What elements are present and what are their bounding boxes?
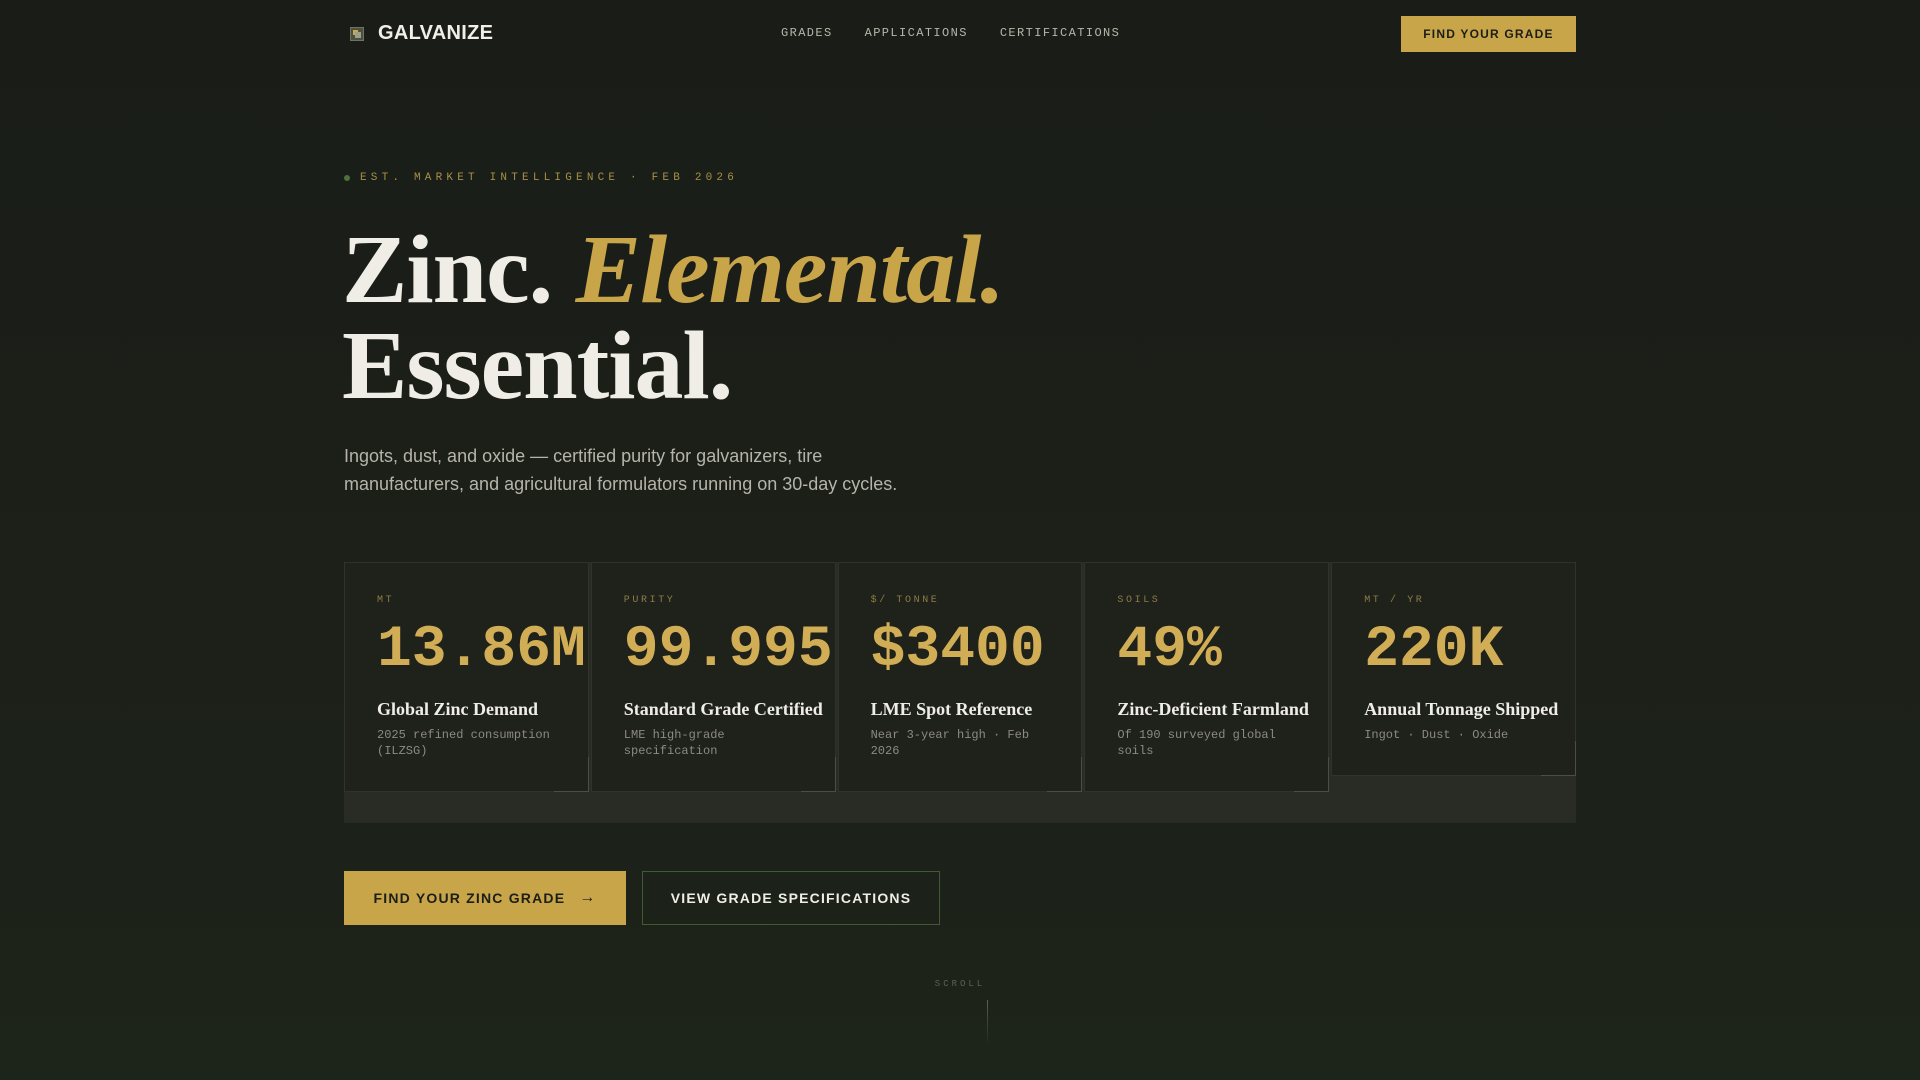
- stat-card-purity: PURITY 99.995 Standard Grade Certified L…: [590, 562, 836, 792]
- hero-headline: Zinc. Elemental. Essential.: [342, 221, 1005, 415]
- hero-eyebrow: EST. MARKET INTELLIGENCE · FEB 2026: [344, 172, 738, 184]
- stat-title: Global Zinc Demand: [377, 699, 539, 719]
- scroll-indicator-line: [987, 1000, 988, 1046]
- stat-card-price: $/ TONNE $3400 LME Spot Reference Near 3…: [837, 562, 1083, 792]
- headline-elemental: Elemental.: [575, 216, 1005, 324]
- stat-description: Of 190 surveyed global soils: [1117, 728, 1276, 758]
- stat-value: 99.995: [623, 618, 833, 683]
- stat-value: 13.86M: [377, 618, 586, 683]
- stat-title: Zinc-Deficient Farmland: [1117, 699, 1309, 719]
- stat-label: $/ TONNE: [870, 595, 940, 606]
- stat-label: SOILS: [1117, 595, 1161, 606]
- status-dot-icon: [344, 175, 350, 181]
- find-zinc-grade-label: FIND YOUR ZINC GRADE: [373, 890, 566, 906]
- hero-subhead: Ingots, dust, and oxide — certified puri…: [344, 446, 898, 494]
- stat-card-tonnage: MT / YR 220K Annual Tonnage Shipped Ingo…: [1331, 562, 1576, 776]
- nav-link-certifications[interactable]: CERTIFICATIONS: [1000, 26, 1120, 40]
- galvanize-logo-icon: [350, 26, 364, 41]
- nav-link-applications[interactable]: APPLICATIONS: [865, 26, 968, 40]
- stat-label: PURITY: [623, 595, 676, 606]
- stat-label: MT: [377, 595, 395, 606]
- stat-description: 2025 refined consumption (ILZSG): [377, 728, 550, 758]
- stats-grid: MT 13.86M Global Zinc Demand 2025 refine…: [344, 562, 1576, 823]
- find-zinc-grade-button[interactable]: FIND YOUR ZINC GRADE →: [344, 871, 626, 925]
- stat-value: 220K: [1364, 618, 1504, 683]
- top-navigation: GALVANIZE GRADES APPLICATIONS CERTIFICAT…: [0, 0, 1920, 68]
- nav-links: GRADES APPLICATIONS CERTIFICATIONS: [781, 26, 1120, 40]
- stat-card-demand: MT 13.86M Global Zinc Demand 2025 refine…: [344, 562, 589, 792]
- stat-title: Annual Tonnage Shipped: [1364, 699, 1559, 719]
- stat-description: Near 3-year high · Feb 2026: [870, 728, 1030, 758]
- arrow-right-icon: →: [579, 889, 597, 906]
- stat-title: LME Spot Reference: [870, 699, 1033, 719]
- eyebrow-text: EST. MARKET INTELLIGENCE · FEB 2026: [360, 172, 739, 184]
- stat-title: Standard Grade Certified: [623, 699, 823, 719]
- headline-essential: Essential.: [342, 312, 733, 420]
- nav-link-grades[interactable]: GRADES: [781, 26, 833, 40]
- stat-card-soils: SOILS 49% Zinc-Deficient Farmland Of 190…: [1084, 562, 1330, 792]
- stat-description: LME high-grade specification: [623, 728, 725, 758]
- stat-label: MT / YR: [1364, 595, 1425, 606]
- find-your-grade-button[interactable]: FIND YOUR GRADE: [1401, 16, 1576, 52]
- brand-logo[interactable]: GALVANIZE: [350, 22, 493, 45]
- stat-description: Ingot · Dust · Oxide: [1364, 728, 1509, 742]
- stat-value: $3400: [870, 618, 1045, 683]
- brand-name: GALVANIZE: [378, 22, 494, 44]
- scroll-indicator-label: SCROLL: [934, 979, 986, 989]
- headline-zinc: Zinc.: [342, 216, 553, 324]
- stat-value: 49%: [1117, 618, 1222, 683]
- view-grade-specs-button[interactable]: VIEW GRADE SPECIFICATIONS: [642, 871, 940, 925]
